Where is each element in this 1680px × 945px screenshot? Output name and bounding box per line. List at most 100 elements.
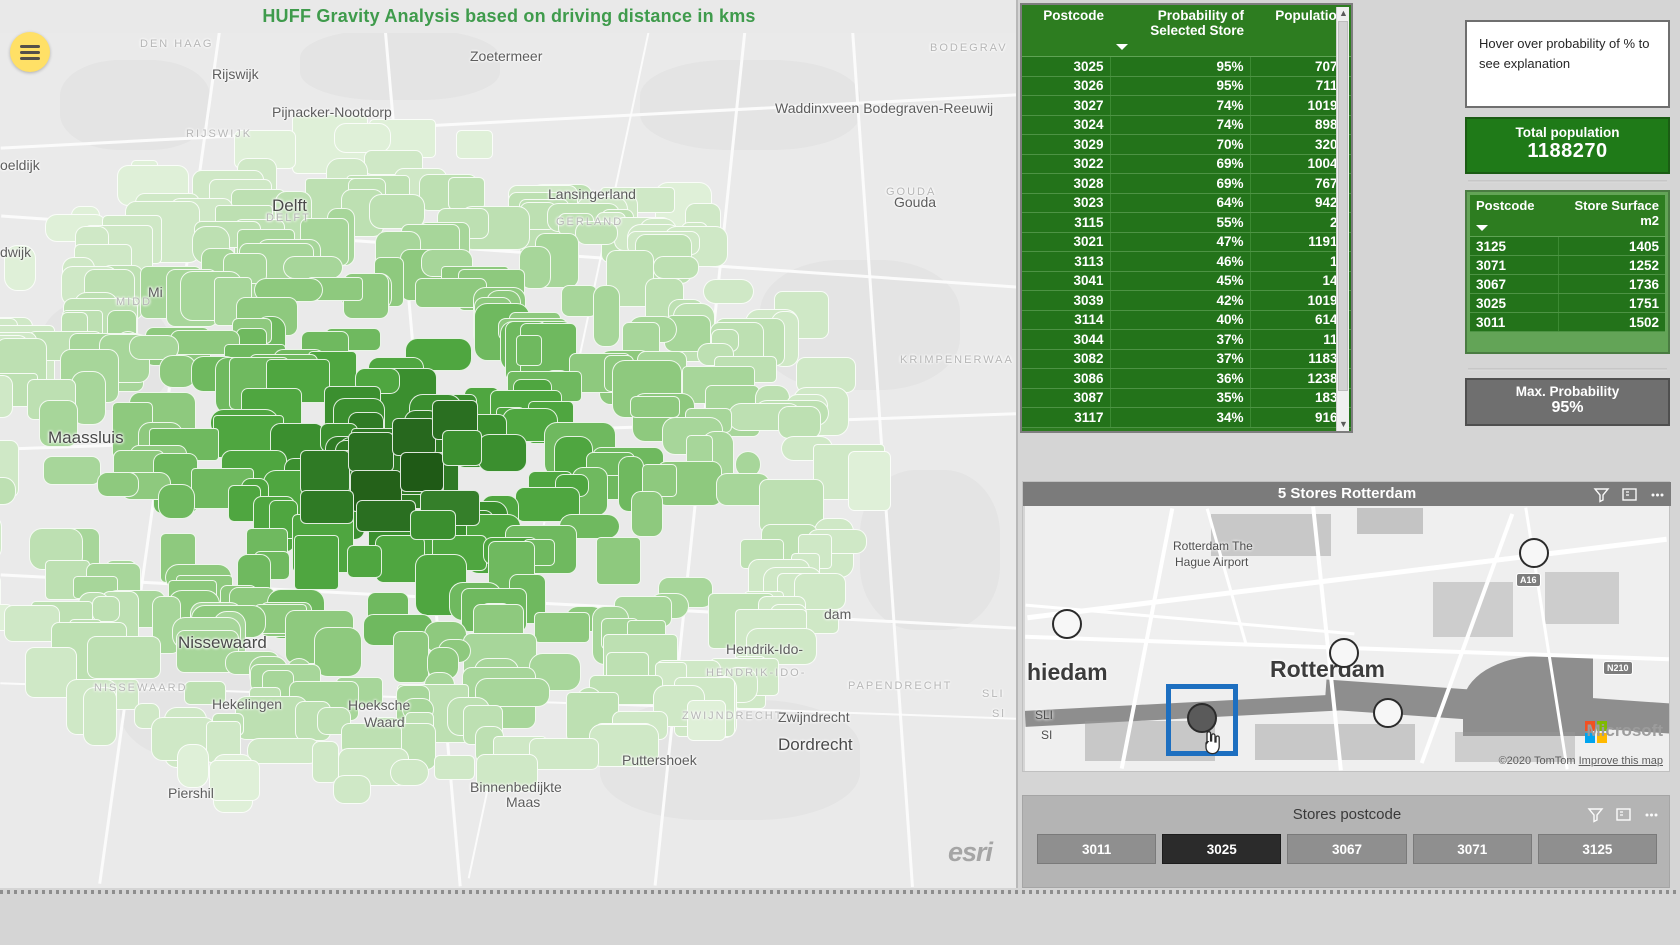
postcode-area[interactable] <box>631 491 662 537</box>
table-row[interactable]: 3041 45% 140 <box>1022 271 1351 291</box>
postcode-area[interactable] <box>393 631 429 683</box>
cell-postcode[interactable]: 3026 <box>1022 76 1110 96</box>
cell-postcode[interactable]: 3125 <box>1470 237 1558 256</box>
cell-probability[interactable]: 35% <box>1110 388 1250 408</box>
postcode-area[interactable] <box>334 123 392 153</box>
cell-postcode[interactable]: 3115 <box>1022 213 1110 233</box>
cell-probability[interactable]: 40% <box>1110 310 1250 330</box>
table-row[interactable]: 3026 95% 7115 <box>1022 76 1351 96</box>
table-row[interactable]: 3039 42% 10195 <box>1022 291 1351 311</box>
stores-map-canvas[interactable]: Rotterdam The Hague Airport Rotterdam hieda… <box>1025 506 1669 771</box>
table-row[interactable]: 3024 74% 8980 <box>1022 115 1351 135</box>
cell-postcode[interactable]: 3041 <box>1022 271 1110 291</box>
cell-surface[interactable]: 1751 <box>1558 294 1665 313</box>
store-surface-table-visual[interactable]: Postcode Store Surface m2 3125 1405 3071 12… <box>1465 190 1670 354</box>
postcode-area[interactable] <box>247 738 321 764</box>
sort-descending-icon[interactable] <box>1476 225 1488 231</box>
focus-mode-icon[interactable] <box>1619 484 1639 504</box>
slicer-items[interactable]: 3011 3025 3067 3071 3125 <box>1037 834 1657 864</box>
postcode-area[interactable] <box>43 456 101 485</box>
table-row[interactable]: 3028 69% 7675 <box>1022 174 1351 194</box>
cell-postcode[interactable]: 3044 <box>1022 330 1110 350</box>
scroll-down-icon[interactable]: ▼ <box>1337 418 1350 431</box>
postcode-area[interactable] <box>778 406 821 439</box>
postcode-area-high-probability[interactable] <box>410 510 456 540</box>
slicer-item-3067[interactable]: 3067 <box>1287 834 1406 864</box>
cell-postcode[interactable]: 3021 <box>1022 232 1110 252</box>
slicer-item-3011[interactable]: 3011 <box>1037 834 1156 864</box>
cell-probability[interactable]: 36% <box>1110 369 1250 389</box>
cell-postcode[interactable]: 3087 <box>1022 388 1110 408</box>
probability-table[interactable]: Postcode Probability of Selected Store P… <box>1022 5 1351 428</box>
stores-postcode-slicer[interactable]: Stores postcode 3011 3025 3067 3071 3125 <box>1022 795 1670 888</box>
postcode-area-high-probability[interactable] <box>300 450 350 494</box>
postcode-area[interactable] <box>534 612 590 643</box>
postcode-area[interactable] <box>561 285 597 318</box>
postcode-area[interactable] <box>703 279 754 304</box>
table-row[interactable]: 3071 1252 <box>1470 256 1665 275</box>
cell-probability[interactable]: 95% <box>1110 57 1250 77</box>
cell-surface[interactable]: 1405 <box>1558 237 1665 256</box>
cell-postcode[interactable]: 3113 <box>1022 252 1110 272</box>
cell-probability[interactable]: 74% <box>1110 115 1250 135</box>
stores-map-visual[interactable]: 5 Stores Rotterdam Rotterdam The Hague A… <box>1022 481 1670 772</box>
table-scrollbar[interactable]: ▲ ▼ <box>1336 7 1349 431</box>
table-row[interactable]: 3067 1736 <box>1470 275 1665 294</box>
store-surface-table-body[interactable]: 3125 1405 3071 1252 3067 1736 3025 1751 3011 1502 <box>1470 237 1665 332</box>
cell-probability[interactable]: 70% <box>1110 135 1250 155</box>
table-row[interactable]: 3125 1405 <box>1470 237 1665 256</box>
postcode-area[interactable] <box>312 741 339 783</box>
postcode-area[interactable] <box>209 760 260 801</box>
cell-probability[interactable]: 95% <box>1110 76 1250 96</box>
table-row[interactable]: 3023 64% 9425 <box>1022 193 1351 213</box>
postcode-area[interactable] <box>97 472 139 497</box>
column-header-store-surface[interactable]: Store Surface m2 <box>1558 195 1665 237</box>
table-row[interactable]: 311555%25 <box>1022 213 1351 233</box>
improve-this-map-link[interactable]: Improve this map <box>1579 755 1663 767</box>
more-options-icon[interactable] <box>1647 484 1667 504</box>
postcode-area[interactable] <box>177 744 209 788</box>
cell-probability[interactable]: 42% <box>1110 291 1250 311</box>
cell-probability[interactable]: 69% <box>1110 174 1250 194</box>
table-row[interactable]: 3086 36% 12380 <box>1022 369 1351 389</box>
column-header-probability[interactable]: Probability of Selected Store <box>1110 5 1250 57</box>
main-map-canvas[interactable]: DEN HAAG Zoetermeer BODEGRAV Rijswijk Pijnac… <box>0 0 1018 888</box>
postcode-area[interactable] <box>283 256 343 279</box>
cell-postcode[interactable]: 3114 <box>1022 310 1110 330</box>
cell-probability[interactable]: 46% <box>1110 252 1250 272</box>
table-row[interactable]: 3087 35% 1830 <box>1022 388 1351 408</box>
cell-surface[interactable]: 1502 <box>1558 313 1665 332</box>
postcode-area[interactable] <box>0 375 13 418</box>
cell-postcode[interactable]: 3028 <box>1022 174 1110 194</box>
table-row[interactable]: 3029 70% 3205 <box>1022 135 1351 155</box>
slicer-item-3025[interactable]: 3025 <box>1162 834 1281 864</box>
column-header-postcode[interactable]: Postcode <box>1470 195 1558 237</box>
cell-postcode[interactable]: 3011 <box>1470 313 1558 332</box>
column-header-postcode[interactable]: Postcode <box>1022 5 1110 57</box>
postcode-area[interactable] <box>516 335 542 366</box>
cell-postcode[interactable]: 3024 <box>1022 115 1110 135</box>
postcode-area[interactable] <box>294 535 339 590</box>
main-map-panel[interactable]: DEN HAAG Zoetermeer BODEGRAV Rijswijk Pijnac… <box>0 0 1018 888</box>
postcode-area[interactable] <box>158 484 195 519</box>
table-row[interactable]: 3114 40% 6145 <box>1022 310 1351 330</box>
more-options-icon[interactable] <box>1641 804 1661 824</box>
store-marker-2[interactable] <box>1329 638 1359 668</box>
table-row[interactable]: 3027 74% 10190 <box>1022 96 1351 116</box>
cell-probability[interactable]: 64% <box>1110 193 1250 213</box>
hamburger-menu-icon[interactable] <box>10 32 50 72</box>
postcode-area[interactable] <box>596 537 641 585</box>
cell-probability[interactable]: 47% <box>1110 232 1250 252</box>
cell-probability[interactable]: 45% <box>1110 271 1250 291</box>
table-row[interactable]: 3011 1502 <box>1470 313 1665 332</box>
table-row[interactable]: 3044 37% 115 <box>1022 330 1351 350</box>
postcode-area[interactable] <box>593 285 619 347</box>
table-row[interactable]: 3082 37% 11835 <box>1022 349 1351 369</box>
postcode-area[interactable] <box>848 451 890 511</box>
cell-postcode[interactable]: 3117 <box>1022 408 1110 428</box>
cell-postcode[interactable]: 3027 <box>1022 96 1110 116</box>
store-marker-1[interactable] <box>1052 609 1082 639</box>
postcode-area[interactable] <box>87 636 161 679</box>
postcode-area-high-probability[interactable] <box>400 452 444 492</box>
table-row[interactable]: 3025 95% 7075 <box>1022 57 1351 77</box>
